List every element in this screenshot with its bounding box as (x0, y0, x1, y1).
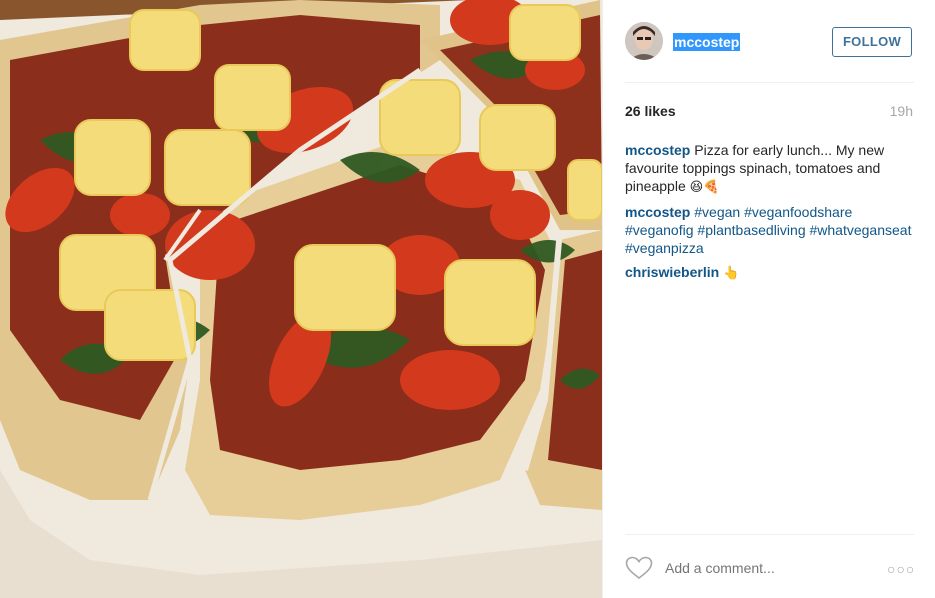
heart-icon[interactable] (625, 556, 653, 580)
hashtag-link[interactable]: #whatveganseat (810, 222, 912, 238)
hashtag-link[interactable]: #vegan (694, 204, 740, 220)
hashtag-link[interactable]: #veganofig (625, 222, 694, 238)
comment-item: chriswieberlin 👆 (625, 263, 917, 283)
add-comment-input[interactable] (665, 560, 865, 576)
username-link[interactable]: mccostep (673, 33, 741, 51)
post-header: mccostep FOLLOW (603, 0, 935, 82)
hashtag-link[interactable]: #plantbasedliving (697, 222, 805, 238)
comment-bar: ○○○ (603, 534, 935, 598)
heart-icon-svg (625, 556, 653, 580)
comment-item: mccostep #vegan #veganfoodshare #veganof… (625, 203, 917, 257)
comment-list: mccostep Pizza for early lunch... My new… (625, 141, 917, 289)
more-options-icon[interactable]: ○○○ (887, 561, 915, 577)
post-sidebar: mccostep FOLLOW 26 likes 19h mccostep Pi… (602, 0, 935, 598)
hashtag-link[interactable]: #veganfoodshare (744, 204, 852, 220)
post-photo[interactable] (0, 0, 602, 598)
avatar[interactable] (625, 22, 663, 60)
likes-count[interactable]: 26 likes (625, 103, 676, 119)
follow-button[interactable]: FOLLOW (832, 27, 912, 57)
pizza-photo-image (0, 0, 602, 598)
avatar-image (625, 22, 663, 60)
header-divider (625, 82, 914, 83)
hashtag-link[interactable]: #veganpizza (625, 240, 704, 256)
comment-item: mccostep Pizza for early lunch... My new… (625, 141, 917, 197)
comment-username[interactable]: chriswieberlin (625, 264, 719, 280)
comment-emoji: 👆 (723, 266, 740, 281)
comment-username[interactable]: mccostep (625, 204, 690, 220)
comment-emoji: 😆🍕 (689, 180, 720, 195)
post-time[interactable]: 19h (890, 103, 913, 119)
instagram-post: mccostep FOLLOW 26 likes 19h mccostep Pi… (0, 0, 935, 598)
comment-username[interactable]: mccostep (625, 142, 690, 158)
